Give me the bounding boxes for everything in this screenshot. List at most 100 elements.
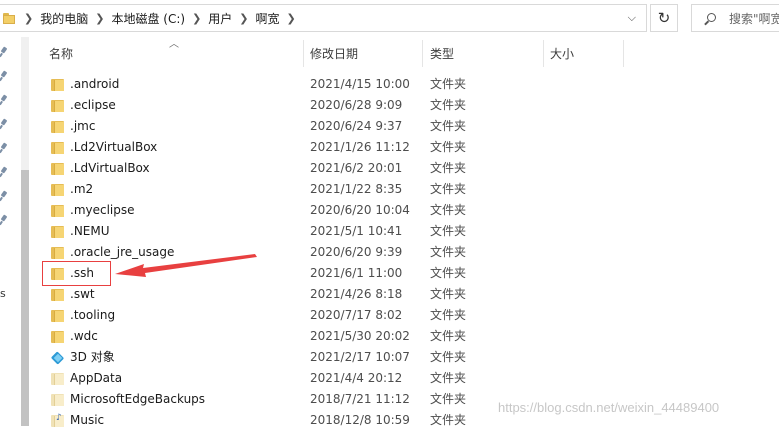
file-type: 文件夹 [430, 392, 467, 406]
file-row[interactable]: .Ld2VirtualBox 2021/1/26 11:12 文件夹 [30, 137, 779, 158]
file-type: 文件夹 [430, 245, 467, 259]
file-name: .tooling [70, 308, 116, 322]
folder-icon [51, 79, 64, 91]
column-size[interactable]: 大小 [550, 37, 620, 69]
file-row[interactable]: .swt 2021/4/26 8:18 文件夹 [30, 284, 779, 305]
folder-icon [3, 12, 17, 24]
file-name: .m2 [70, 182, 94, 196]
file-date: 2021/6/2 20:01 [310, 161, 403, 175]
file-date: 2021/4/4 20:12 [310, 371, 403, 385]
breadcrumb-local-disk[interactable]: 本地磁盘 (C:) [111, 10, 185, 27]
file-date: 2021/4/26 8:18 [310, 287, 403, 301]
file-name: 3D 对象 [70, 350, 115, 364]
breadcrumb-users[interactable]: 用户 [208, 10, 232, 27]
file-type: 文件夹 [430, 371, 467, 385]
folder-icon [51, 142, 64, 154]
file-row[interactable]: AppData 2021/4/4 20:12 文件夹 [30, 368, 779, 389]
refresh-button[interactable]: ↻ [650, 4, 678, 32]
folder-icon [51, 100, 64, 112]
column-divider[interactable] [422, 40, 423, 67]
file-row[interactable]: 3D 对象 2021/2/17 10:07 文件夹 [30, 347, 779, 368]
annotation-highlight-box [42, 261, 111, 286]
file-name: .NEMU [70, 224, 110, 238]
file-type: 文件夹 [430, 266, 467, 280]
pin-icon[interactable] [0, 71, 8, 81]
search-placeholder: 搜索"啊宽" [729, 11, 779, 26]
column-name[interactable]: 名称 [49, 37, 304, 69]
file-type: 文件夹 [430, 308, 467, 322]
file-row[interactable]: .android 2021/4/15 10:00 文件夹 [30, 74, 779, 95]
file-date: 2018/12/8 10:59 [310, 413, 410, 427]
file-date: 2020/6/20 10:04 [310, 203, 410, 217]
file-date: 2021/5/30 20:02 [310, 329, 410, 343]
file-type: 文件夹 [430, 77, 467, 91]
folder-icon [51, 121, 64, 133]
nav-item-partial-label[interactable]: s [0, 287, 6, 300]
file-type: 文件夹 [430, 287, 467, 301]
nav-scrollbar-thumb[interactable] [21, 170, 29, 426]
chevron-down-icon[interactable]: ⌵ [628, 11, 636, 25]
file-type: 文件夹 [430, 413, 467, 427]
file-name: Music [70, 413, 105, 427]
address-bar[interactable]: ❯ 我的电脑 ❯ 本地磁盘 (C:) ❯ 用户 ❯ 啊宽 ❯ ⌵ [0, 4, 647, 32]
file-date: 2021/1/22 8:35 [310, 182, 403, 196]
file-row[interactable]: .m2 2021/1/22 8:35 文件夹 [30, 179, 779, 200]
watermark: https://blog.csdn.net/weixin_44489400 [498, 400, 720, 415]
file-row[interactable]: .tooling 2020/7/17 8:02 文件夹 [30, 305, 779, 326]
chevron-right-icon[interactable]: ❯ [287, 12, 296, 25]
file-name: .myeclipse [70, 203, 135, 217]
file-row[interactable]: .LdVirtualBox 2021/6/2 20:01 文件夹 [30, 158, 779, 179]
file-name: .eclipse [70, 98, 116, 112]
chevron-right-icon[interactable]: ❯ [24, 12, 33, 25]
file-date: 2020/6/20 9:39 [310, 245, 403, 259]
file-row[interactable]: .myeclipse 2020/6/20 10:04 文件夹 [30, 200, 779, 221]
folder-icon [51, 247, 64, 259]
column-divider[interactable] [303, 40, 304, 67]
column-date-modified[interactable]: 修改日期 [310, 37, 420, 69]
chevron-right-icon[interactable]: ❯ [239, 12, 248, 25]
chevron-right-icon[interactable]: ❯ [95, 12, 104, 25]
folder-icon [51, 226, 64, 238]
file-name: .wdc [70, 329, 98, 343]
pin-icon[interactable] [0, 215, 8, 225]
pin-icon[interactable] [0, 95, 8, 105]
music-folder-icon [51, 413, 64, 427]
column-type[interactable]: 类型 [430, 37, 540, 69]
folder-icon [51, 331, 64, 343]
folder-icon [51, 184, 64, 196]
file-name: .oracle_jre_usage [70, 245, 175, 259]
breadcrumb-user-folder[interactable]: 啊宽 [256, 10, 280, 27]
file-date: 2021/4/15 10:00 [310, 77, 410, 91]
pin-icon[interactable] [0, 47, 8, 57]
file-type: 文件夹 [430, 119, 467, 133]
file-row[interactable]: .NEMU 2021/5/1 10:41 文件夹 [30, 221, 779, 242]
pin-icon[interactable] [0, 143, 8, 153]
file-row-ssh[interactable]: .ssh 2021/6/1 11:00 文件夹 [30, 263, 779, 284]
file-date: 2021/1/26 11:12 [310, 140, 410, 154]
pin-icon[interactable] [0, 191, 8, 201]
pin-icon[interactable] [0, 167, 8, 177]
search-icon [707, 13, 717, 23]
file-date: 2021/2/17 10:07 [310, 350, 410, 364]
3d-objects-icon [50, 351, 65, 365]
file-name: .jmc [70, 119, 96, 133]
column-divider[interactable] [623, 40, 624, 67]
column-divider[interactable] [543, 40, 544, 67]
search-box[interactable]: 搜索"啊宽" [691, 4, 779, 32]
pin-icon[interactable] [0, 119, 8, 129]
navigation-pane[interactable]: s [0, 37, 20, 426]
folder-icon [51, 310, 64, 322]
chevron-right-icon[interactable]: ❯ [192, 12, 201, 25]
file-date: 2021/6/1 11:00 [310, 266, 403, 280]
file-row[interactable]: .jmc 2020/6/24 9:37 文件夹 [30, 116, 779, 137]
file-row[interactable]: .eclipse 2020/6/28 9:09 文件夹 [30, 95, 779, 116]
file-name: .swt [70, 287, 95, 301]
breadcrumb-this-pc[interactable]: 我的电脑 [40, 10, 88, 27]
file-row[interactable]: .oracle_jre_usage 2020/6/20 9:39 文件夹 [30, 242, 779, 263]
file-type: 文件夹 [430, 140, 467, 154]
file-name: .Ld2VirtualBox [70, 140, 158, 154]
file-date: 2020/6/28 9:09 [310, 98, 403, 112]
file-date: 2018/7/21 11:12 [310, 392, 410, 406]
folder-icon [51, 289, 64, 301]
file-row[interactable]: .wdc 2021/5/30 20:02 文件夹 [30, 326, 779, 347]
